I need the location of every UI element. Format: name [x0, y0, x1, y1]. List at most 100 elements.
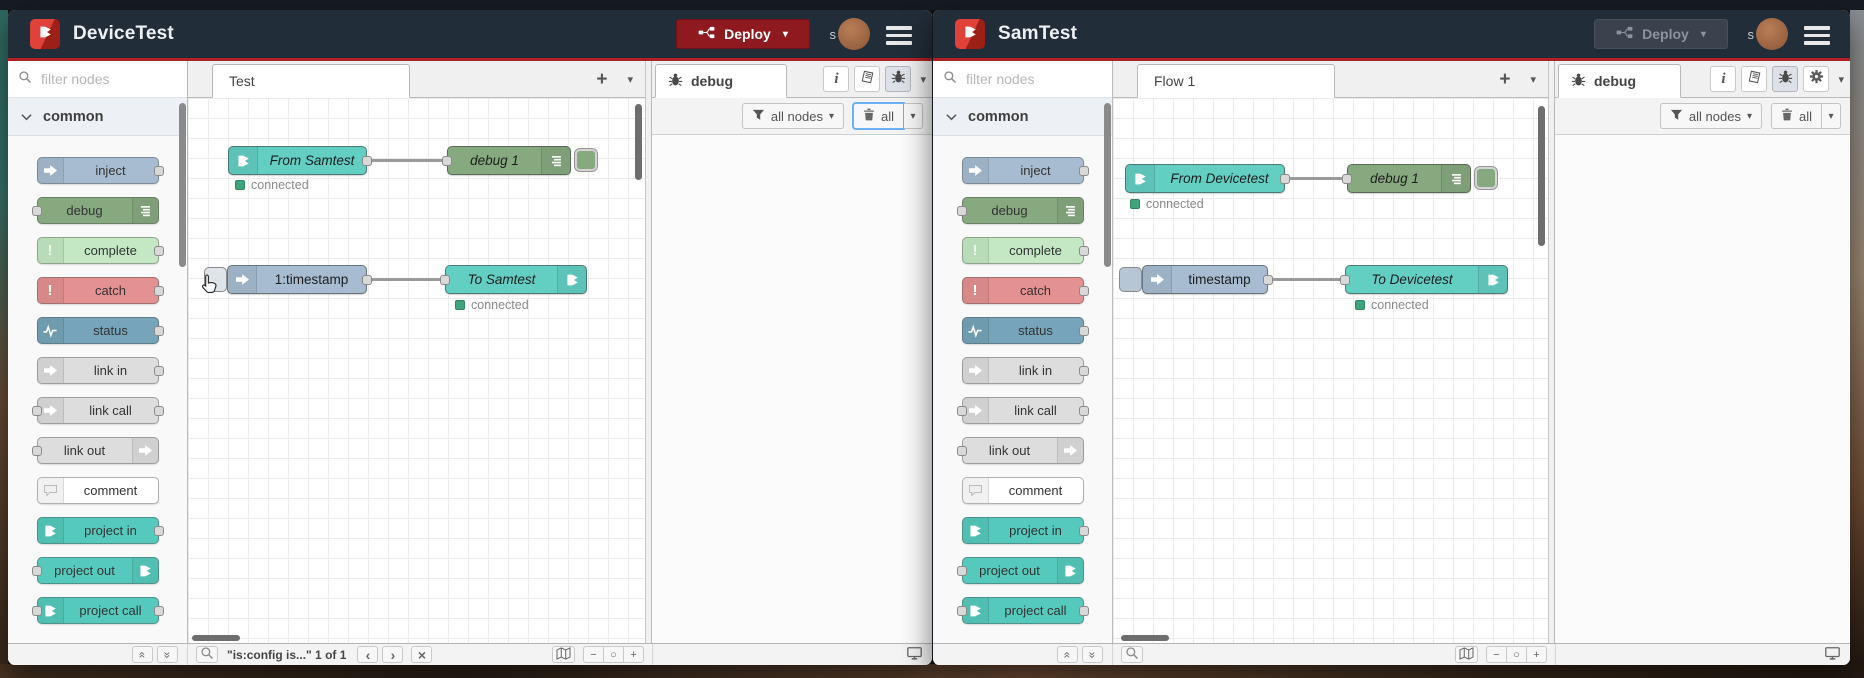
- node-inject-timestamp[interactable]: timestamp: [1119, 265, 1273, 294]
- input-port[interactable]: [956, 405, 967, 416]
- search-flows-button[interactable]: [196, 646, 218, 663]
- zoom-reset-button[interactable]: ○: [603, 646, 624, 663]
- palette-node-link-in[interactable]: link in: [961, 357, 1089, 384]
- output-port[interactable]: [1280, 173, 1290, 184]
- minimap-button[interactable]: [552, 646, 575, 663]
- zoom-reset-button[interactable]: ○: [1506, 646, 1527, 663]
- info-tab-button[interactable]: i: [1710, 66, 1737, 92]
- output-port[interactable]: [362, 155, 372, 166]
- output-port[interactable]: [153, 245, 164, 256]
- search-prev-button[interactable]: ‹: [357, 646, 379, 663]
- palette-collapse-down-button[interactable]: »: [1082, 646, 1103, 663]
- zoom-out-button[interactable]: −: [583, 646, 604, 663]
- output-port[interactable]: [1263, 274, 1273, 285]
- user-menu[interactable]: s: [830, 18, 870, 50]
- open-debug-window-icon[interactable]: [907, 646, 922, 663]
- node-from-samtest[interactable]: From Samtest: [228, 146, 372, 175]
- palette-collapse-up-button[interactable]: «: [1057, 646, 1078, 663]
- main-menu-icon[interactable]: [1804, 26, 1830, 45]
- palette-node-project-in[interactable]: project in: [961, 517, 1089, 544]
- wire[interactable]: [1270, 278, 1343, 281]
- wire[interactable]: [369, 278, 443, 281]
- palette-scrollbar[interactable]: [179, 103, 186, 267]
- debug-tab-button[interactable]: [1772, 66, 1799, 92]
- node-from-devicetest[interactable]: From Devicetest: [1125, 164, 1290, 193]
- flow-tab[interactable]: Flow 1: [1137, 64, 1335, 98]
- input-port[interactable]: [31, 605, 42, 616]
- sidebar-splitter[interactable]: [1548, 61, 1555, 643]
- inject-button[interactable]: [1119, 267, 1142, 292]
- output-port[interactable]: [1078, 285, 1089, 296]
- wire[interactable]: [369, 159, 445, 162]
- canvas-vertical-scrollbar[interactable]: [1538, 106, 1545, 246]
- search-next-button[interactable]: ›: [382, 646, 404, 663]
- output-port[interactable]: [153, 365, 164, 376]
- output-port[interactable]: [153, 525, 164, 536]
- palette-node-comment[interactable]: comment: [961, 477, 1084, 504]
- canvas-horizontal-scrollbar[interactable]: [1121, 635, 1169, 641]
- input-port[interactable]: [442, 155, 452, 166]
- node-inject-timestamp[interactable]: 1:timestamp: [204, 265, 372, 294]
- output-port[interactable]: [1078, 525, 1089, 536]
- palette-node-project-call[interactable]: project call: [31, 597, 164, 624]
- deploy-button[interactable]: Deploy ▾: [1594, 19, 1728, 49]
- input-port[interactable]: [956, 205, 967, 216]
- debug-clear-button[interactable]: all: [1770, 103, 1822, 129]
- help-tab-button[interactable]: [1741, 66, 1768, 92]
- node-debug-1[interactable]: debug 1: [442, 146, 597, 175]
- main-menu-icon[interactable]: [886, 26, 912, 45]
- avatar[interactable]: [1756, 18, 1788, 50]
- debug-filter-button[interactable]: all nodes ▾: [1659, 103, 1762, 129]
- search-close-button[interactable]: ×: [411, 646, 433, 663]
- palette-collapse-up-button[interactable]: «: [132, 646, 153, 663]
- info-tab-button[interactable]: i: [823, 66, 850, 92]
- palette-node-link-out[interactable]: link out: [31, 437, 159, 464]
- palette-node-complete[interactable]: ! complete: [961, 237, 1089, 264]
- input-port[interactable]: [31, 405, 42, 416]
- palette-node-inject[interactable]: inject: [36, 157, 164, 184]
- input-port[interactable]: [956, 445, 967, 456]
- palette-node-link-out[interactable]: link out: [956, 437, 1084, 464]
- output-port[interactable]: [362, 274, 372, 285]
- deploy-button[interactable]: Deploy ▾: [676, 19, 810, 49]
- deploy-caret-icon[interactable]: ▾: [1701, 29, 1706, 40]
- debug-clear-caret[interactable]: ▾: [904, 103, 923, 129]
- debug-enable-toggle[interactable]: [575, 149, 597, 171]
- debug-clear-button[interactable]: all: [851, 102, 906, 130]
- input-port[interactable]: [31, 445, 42, 456]
- wire[interactable]: [1287, 177, 1345, 180]
- palette-node-catch[interactable]: ! catch: [36, 277, 164, 304]
- zoom-out-button[interactable]: −: [1486, 646, 1507, 663]
- palette-node-project-out[interactable]: project out: [31, 557, 159, 584]
- palette-node-status[interactable]: status: [36, 317, 164, 344]
- output-port[interactable]: [1078, 405, 1089, 416]
- output-port[interactable]: [1078, 325, 1089, 336]
- output-port[interactable]: [153, 165, 164, 176]
- palette-search[interactable]: [8, 61, 187, 98]
- palette-scrollbar[interactable]: [1104, 103, 1111, 267]
- palette-node-link-in[interactable]: link in: [36, 357, 164, 384]
- palette-node-link-call[interactable]: link call: [31, 397, 164, 424]
- palette-node-project-out[interactable]: project out: [956, 557, 1084, 584]
- palette-node-debug[interactable]: debug: [31, 197, 159, 224]
- canvas-horizontal-scrollbar[interactable]: [192, 635, 240, 641]
- palette-search[interactable]: [933, 61, 1112, 98]
- palette-node-link-call[interactable]: link call: [956, 397, 1089, 424]
- add-flow-button[interactable]: +: [596, 70, 607, 89]
- sidebar-caret-icon[interactable]: ▾: [1838, 73, 1844, 86]
- debug-tab-button[interactable]: [885, 66, 912, 92]
- palette-node-project-in[interactable]: project in: [36, 517, 164, 544]
- input-port[interactable]: [1340, 274, 1350, 285]
- tab-debug[interactable]: debug: [1558, 64, 1681, 98]
- output-port[interactable]: [1078, 605, 1089, 616]
- palette-node-status[interactable]: status: [961, 317, 1089, 344]
- input-port[interactable]: [956, 565, 967, 576]
- debug-filter-button[interactable]: all nodes ▾: [741, 103, 844, 129]
- zoom-in-button[interactable]: +: [623, 646, 644, 663]
- node-debug-1[interactable]: debug 1: [1342, 164, 1497, 193]
- input-port[interactable]: [31, 205, 42, 216]
- output-port[interactable]: [153, 605, 164, 616]
- node-to-samtest[interactable]: To Samtest: [440, 265, 587, 294]
- user-menu[interactable]: s: [1748, 18, 1788, 50]
- output-port[interactable]: [1078, 365, 1089, 376]
